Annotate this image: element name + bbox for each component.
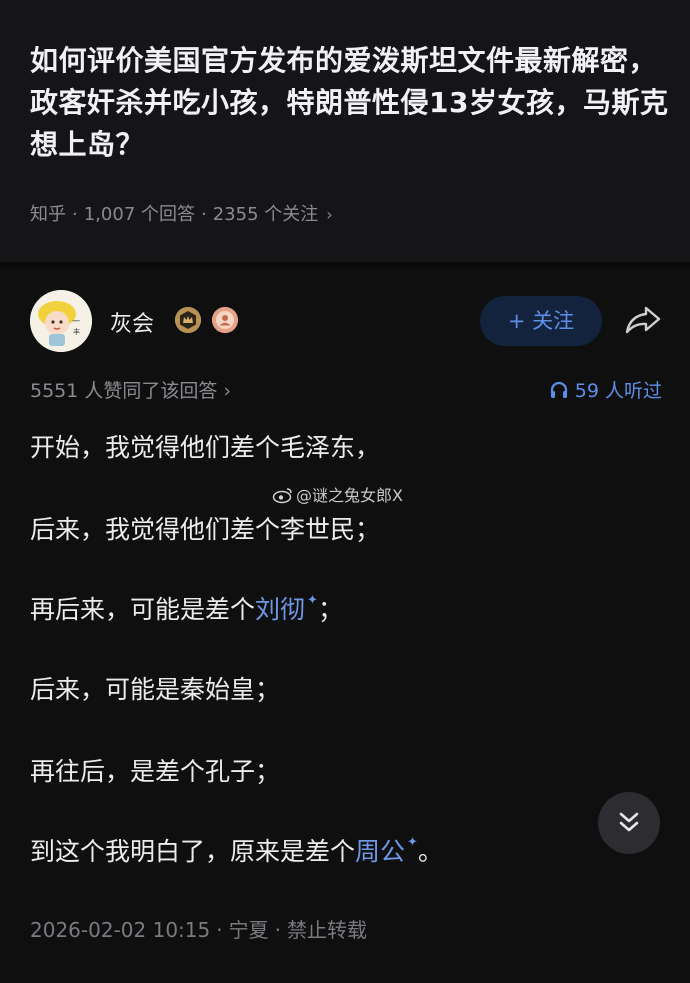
publish-time: 2026-02-02 10:15 — [30, 918, 211, 942]
source-label: 知乎 — [30, 204, 66, 225]
stats-row: 5551 人赞同了该回答 › 59 人听过 — [30, 376, 662, 402]
weibo-icon — [272, 488, 292, 504]
ip-location: 宁夏 — [228, 918, 269, 942]
chevron-right-icon: › — [326, 205, 333, 224]
copyright-notice: 禁止转载 — [286, 918, 367, 942]
share-icon[interactable] — [623, 302, 663, 338]
creator-level-badge-icon — [175, 307, 201, 333]
keyword-link-zhougong[interactable]: 周公 — [355, 837, 405, 866]
answer-paragraph-3: 再后来，可能是差个刘彻 ✦； — [30, 590, 343, 626]
answer-paragraph-5: 再往后，是差个孔子； — [30, 757, 281, 786]
svg-text:一: 一 — [72, 317, 80, 326]
avatar[interactable]: 一 丰 — [30, 290, 92, 352]
author-row: 一 丰 灰会 + 关注 — [30, 290, 670, 354]
answer-paragraph-2: 后来，我觉得他们差个李世民； — [30, 515, 381, 544]
headphones-icon — [550, 381, 567, 398]
followers-count: 2355 个关注 — [212, 204, 319, 225]
sparkle-icon: ✦ — [407, 835, 418, 850]
double-chevron-down-icon — [619, 812, 639, 832]
author-name[interactable]: 灰会 — [110, 306, 154, 338]
scroll-down-button[interactable] — [598, 792, 660, 854]
section-divider — [0, 262, 690, 268]
weibo-watermark: @谜之兔女郎X — [272, 482, 403, 506]
paragraph-3-text: 再后来，可能是差个 — [30, 595, 256, 624]
keyword-link-liuche[interactable]: 刘彻 — [255, 595, 305, 624]
sparkle-icon: ✦ — [307, 593, 318, 608]
question-header: 如何评价美国官方发布的爱泼斯坦文件最新解密，政客奸杀并吃小孩，特朗普性侵13岁女… — [0, 0, 690, 262]
answer-paragraph-4: 后来，可能是秦始皇； — [30, 675, 281, 704]
follow-button[interactable]: + 关注 — [480, 296, 602, 346]
certified-badge-icon — [212, 307, 238, 333]
svg-text:丰: 丰 — [73, 327, 80, 336]
agree-count-link[interactable]: 5551 人赞同了该回答 › — [30, 376, 231, 403]
watermark-text: @谜之兔女郎X — [296, 486, 403, 505]
paragraph-3-end: ； — [317, 595, 343, 624]
answer-paragraph-1: 开始，我觉得他们差个毛泽东， — [30, 433, 381, 462]
paragraph-6-text: 到这个我明白了，原来是差个 — [30, 837, 356, 866]
answer-footer: 2026-02-02 10:15 · 宁夏 · 禁止转载 — [30, 918, 367, 942]
agree-count: 5551 人赞同了该回答 — [30, 380, 218, 402]
listen-count: 59 人听过 — [574, 380, 662, 402]
question-meta[interactable]: 知乎 · 1,007 个回答 · 2355 个关注 › — [30, 200, 333, 226]
paragraph-6-end: 。 — [417, 837, 443, 866]
answer-paragraph-6: 到这个我明白了，原来是差个周公 ✦。 — [30, 832, 443, 868]
listen-count-link[interactable]: 59 人听过 — [549, 376, 662, 403]
answers-count: 1,007 个回答 — [83, 204, 195, 225]
question-title[interactable]: 如何评价美国官方发布的爱泼斯坦文件最新解密，政客奸杀并吃小孩，特朗普性侵13岁女… — [30, 40, 670, 166]
